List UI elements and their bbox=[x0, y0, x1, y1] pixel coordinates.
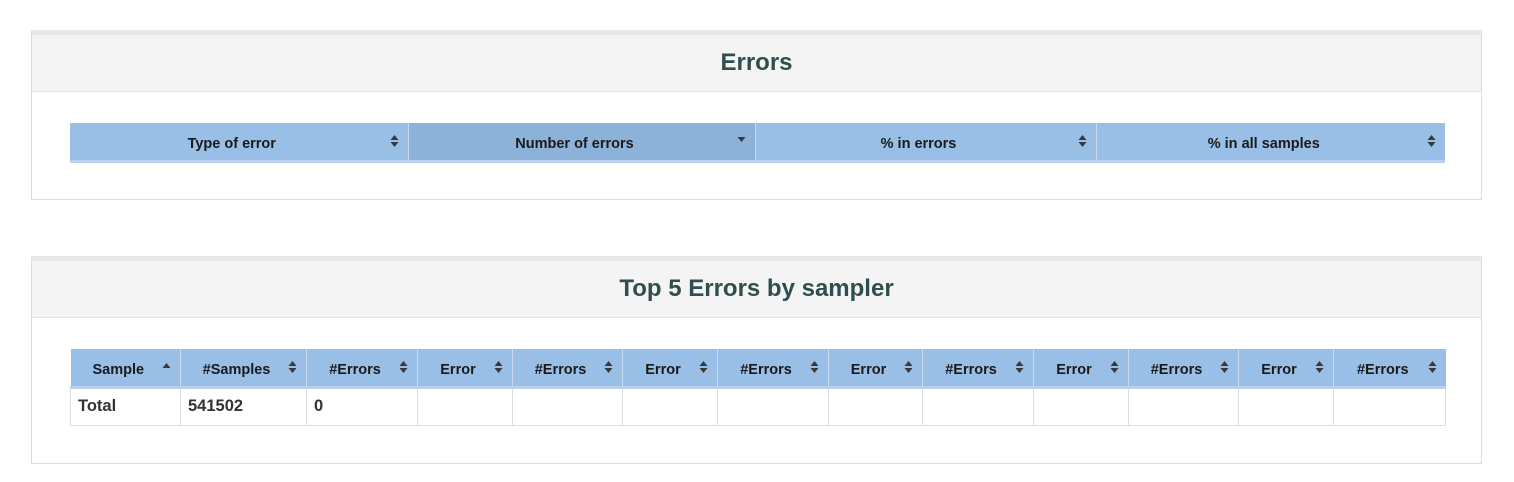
table-row: Total 541502 0 bbox=[70, 386, 1446, 426]
table-cell bbox=[828, 386, 923, 426]
column-header-label: Error bbox=[1261, 362, 1297, 379]
table-cell bbox=[717, 386, 829, 426]
column-header-label: Sample bbox=[92, 362, 145, 379]
column-header-label: Number of errors bbox=[515, 136, 634, 153]
errors-table-header-row: Type of error Number of errors % in erro… bbox=[70, 123, 1445, 163]
sort-both-icon bbox=[1428, 361, 1436, 373]
column-header-label: #Errors bbox=[945, 362, 997, 379]
sort-both-icon bbox=[1315, 361, 1324, 373]
table-cell bbox=[1333, 386, 1446, 426]
column-header-label: #Errors bbox=[1356, 362, 1409, 379]
column-header-label: Type of error bbox=[187, 136, 276, 153]
sort-both-icon bbox=[1078, 135, 1086, 147]
table-cell bbox=[922, 386, 1034, 426]
column-header-type-of-error[interactable]: Type of error bbox=[70, 123, 409, 163]
sort-both-icon bbox=[399, 361, 408, 373]
column-header-label: #Samples bbox=[202, 362, 271, 379]
errors-panel-title: Errors bbox=[32, 35, 1481, 92]
sort-both-icon bbox=[1220, 361, 1229, 373]
table-cell bbox=[1033, 386, 1129, 426]
column-header-label: Error bbox=[850, 362, 887, 379]
column-header-label: Error bbox=[1056, 362, 1092, 379]
table-cell bbox=[417, 386, 513, 426]
column-header-label: #Errors bbox=[329, 362, 381, 379]
sort-ascending-icon bbox=[162, 363, 171, 368]
column-header-errors[interactable]: #Errors bbox=[922, 349, 1034, 389]
sort-both-icon bbox=[699, 361, 708, 373]
top5-errors-panel: Top 5 Errors by sampler Sample #Samples #E… bbox=[31, 256, 1482, 464]
sort-both-icon bbox=[1427, 135, 1436, 147]
sort-both-icon bbox=[1110, 361, 1119, 373]
table-cell: 0 bbox=[306, 386, 418, 426]
column-header-error[interactable]: Error bbox=[828, 349, 923, 389]
errors-table: Type of error Number of errors % in erro… bbox=[70, 123, 1445, 163]
column-header-errors[interactable]: #Errors bbox=[717, 349, 829, 389]
errors-panel: Errors Type of error Number of errors % … bbox=[31, 30, 1482, 200]
table-cell bbox=[1128, 386, 1239, 426]
sort-both-icon bbox=[494, 361, 503, 373]
column-header-number-of-errors[interactable]: Number of errors bbox=[408, 123, 756, 163]
sort-both-icon bbox=[288, 361, 297, 373]
column-header-errors[interactable]: #Errors bbox=[1333, 349, 1446, 389]
sort-both-icon bbox=[810, 361, 819, 373]
sort-both-icon bbox=[1015, 361, 1024, 373]
column-header-label: Error bbox=[645, 362, 681, 379]
sort-both-icon bbox=[390, 135, 398, 147]
table-cell bbox=[512, 386, 623, 426]
table-cell: 541502 bbox=[180, 386, 307, 426]
column-header-errors[interactable]: #Errors bbox=[306, 349, 418, 389]
table-cell bbox=[1238, 386, 1334, 426]
column-header-sample[interactable]: Sample bbox=[70, 349, 181, 389]
column-header-label: % in all samples bbox=[1207, 136, 1320, 153]
column-header-error[interactable]: Error bbox=[1238, 349, 1334, 389]
table-cell: Total bbox=[70, 386, 181, 426]
top5-errors-table: Sample #Samples #Errors Error #Errors Error #E… bbox=[70, 349, 1446, 426]
table-cell bbox=[622, 386, 718, 426]
sort-both-icon bbox=[904, 361, 913, 373]
column-header-percent-in-errors[interactable]: % in errors bbox=[755, 123, 1097, 163]
column-header-error[interactable]: Error bbox=[417, 349, 513, 389]
column-header-label: #Errors bbox=[1150, 362, 1203, 379]
top5-table-header-row: Sample #Samples #Errors Error #Errors Error #E… bbox=[70, 349, 1446, 389]
column-header-error[interactable]: Error bbox=[1033, 349, 1129, 389]
column-header-percent-in-all-samples[interactable]: % in all samples bbox=[1096, 123, 1445, 163]
column-header-error[interactable]: Error bbox=[622, 349, 718, 389]
column-header-errors[interactable]: #Errors bbox=[512, 349, 623, 389]
top5-table-body: Total 541502 0 bbox=[70, 386, 1446, 426]
column-header-label: % in errors bbox=[880, 136, 957, 153]
column-header-samples[interactable]: #Samples bbox=[180, 349, 307, 389]
top5-errors-panel-title: Top 5 Errors by sampler bbox=[32, 261, 1481, 318]
column-header-errors[interactable]: #Errors bbox=[1128, 349, 1239, 389]
column-header-label: #Errors bbox=[740, 362, 792, 379]
column-header-label: Error bbox=[440, 362, 476, 379]
column-header-label: #Errors bbox=[534, 362, 587, 379]
sort-both-icon bbox=[604, 361, 613, 373]
sort-descending-icon bbox=[737, 137, 745, 142]
